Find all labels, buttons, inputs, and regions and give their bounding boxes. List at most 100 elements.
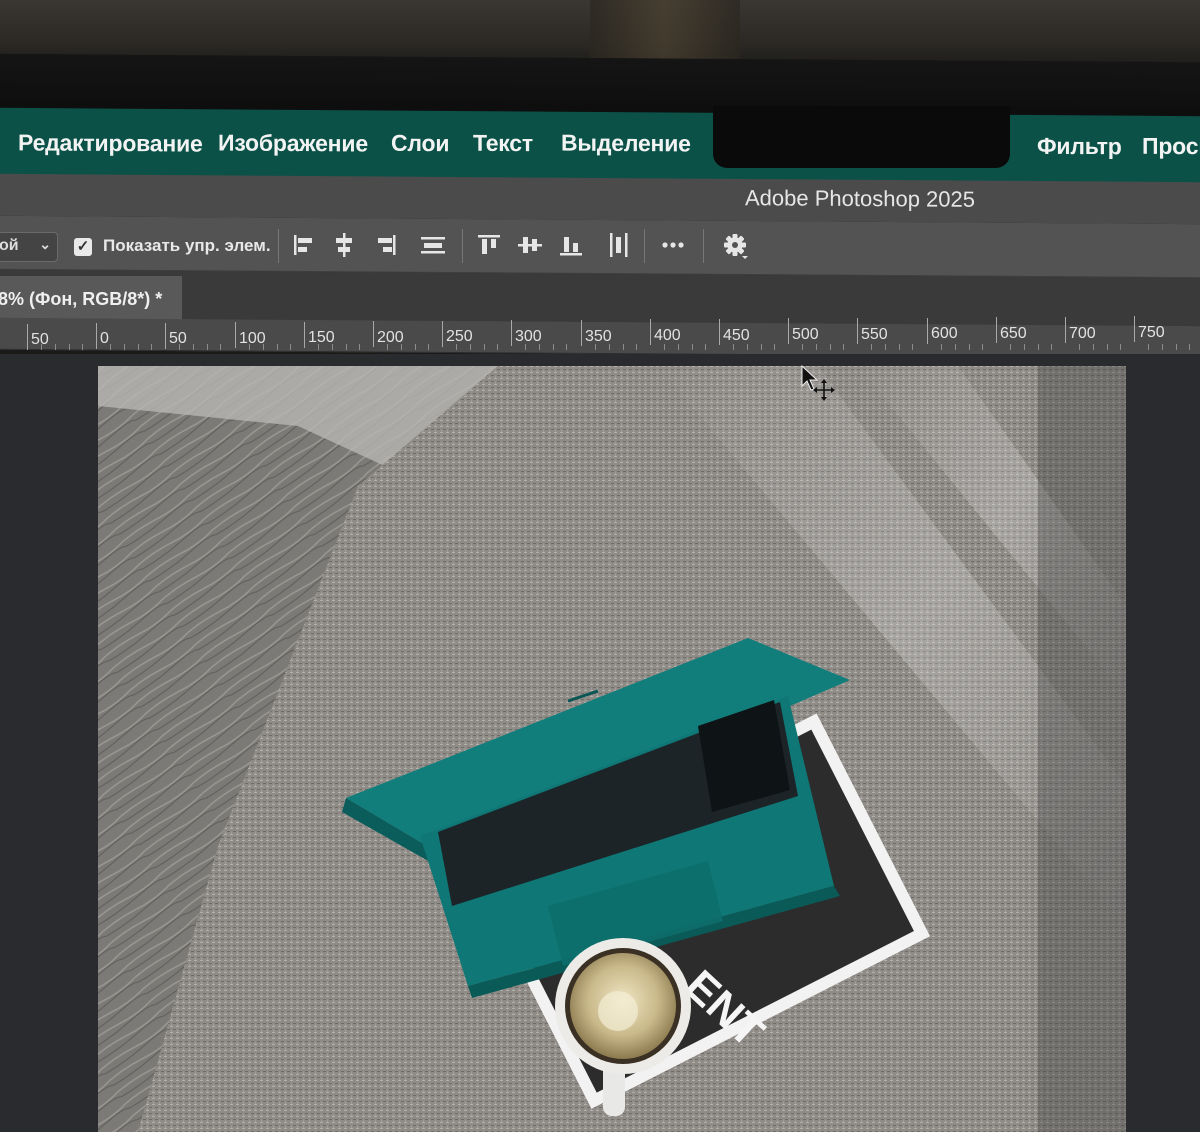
ruler-minor-tick <box>359 344 360 350</box>
menu-select[interactable]: Выделение <box>561 130 691 158</box>
ruler-minor-tick <box>566 344 567 350</box>
align-horizontal-centers-icon[interactable] <box>327 228 361 262</box>
ruler-minor-tick <box>941 344 942 350</box>
ruler-minor-tick <box>1024 344 1025 350</box>
menu-view[interactable]: Просм <box>1142 133 1200 161</box>
ruler-major-tick <box>235 322 236 348</box>
align-right-edges-icon[interactable] <box>368 228 402 262</box>
photo-of-screen: Редактирование Изображение Слои Текст Вы… <box>0 0 1200 1132</box>
toolbar-separator <box>644 229 645 263</box>
ruler-major-tick <box>27 324 28 350</box>
menu-type[interactable]: Текст <box>473 130 533 157</box>
ruler-minor-tick <box>525 344 526 350</box>
ruler-minor-tick <box>1189 344 1190 350</box>
more-options-icon[interactable] <box>656 228 690 262</box>
menu-filter[interactable]: Фильтр <box>1037 133 1122 161</box>
ruler-major-tick <box>719 319 720 345</box>
ruler-minor-tick <box>761 344 762 350</box>
ruler-minor-tick <box>41 344 42 350</box>
ruler-minor-tick <box>595 344 596 350</box>
ruler-minor-tick <box>179 344 180 350</box>
ruler-minor-tick <box>1051 344 1052 350</box>
document-tab-label: 8% (Фон, RGB/8*) * <box>0 289 163 309</box>
ruler-label: 50 <box>31 331 49 348</box>
ruler-minor-tick <box>1176 344 1177 350</box>
ruler-minor-tick <box>871 344 872 350</box>
align-vertical-centers-icon[interactable] <box>513 228 547 262</box>
ruler-label: 300 <box>515 328 542 345</box>
ruler-major-tick <box>650 319 651 345</box>
align-top-edges-icon[interactable] <box>472 228 506 262</box>
ruler-minor-tick <box>623 344 624 350</box>
ruler-major-tick <box>96 323 97 349</box>
move-cursor-icon <box>800 364 840 404</box>
ruler-minor-tick <box>885 344 886 350</box>
align-bottom-edges-icon[interactable] <box>554 228 588 262</box>
ruler-minor-tick <box>69 344 70 350</box>
menu-edit[interactable]: Редактирование <box>18 129 203 157</box>
align-left-edges-icon[interactable] <box>287 228 321 262</box>
ruler-minor-tick <box>207 344 208 350</box>
chevron-down-icon: ⌄ <box>39 236 51 252</box>
ruler-label: 0 <box>100 330 109 347</box>
ruler-label: 150 <box>308 329 335 346</box>
ruler-minor-tick <box>110 344 111 350</box>
ruler-minor-tick <box>151 344 152 350</box>
ruler-minor-tick <box>401 344 402 350</box>
auto-select-value: ой <box>0 237 19 254</box>
ruler-label: 400 <box>654 327 681 344</box>
ruler-minor-tick <box>249 344 250 350</box>
ruler-major-tick <box>373 321 374 347</box>
ruler-minor-tick <box>1093 344 1094 350</box>
ruler-minor-tick <box>912 344 913 350</box>
shadow-right <box>1038 366 1126 1132</box>
ruler-label: 500 <box>792 326 819 343</box>
ruler-minor-tick <box>733 344 734 350</box>
ruler-label: 100 <box>239 330 266 347</box>
lamp-shape <box>590 0 740 62</box>
ruler-minor-tick <box>332 344 333 350</box>
ruler-minor-tick <box>802 344 803 350</box>
auto-select-dropdown[interactable]: ой ⌄ <box>0 232 58 262</box>
ruler-label: 550 <box>861 326 888 343</box>
ruler-major-tick <box>165 323 166 349</box>
menu-image[interactable]: Изображение <box>218 129 368 157</box>
ruler-minor-tick <box>609 344 610 350</box>
ruler-minor-tick <box>193 344 194 350</box>
distribute-horizontal-icon[interactable] <box>602 228 636 262</box>
ruler-major-tick <box>996 317 997 343</box>
ruler-label: 750 <box>1138 324 1165 341</box>
ruler-label: 250 <box>446 328 473 345</box>
ruler-minor-tick <box>830 344 831 350</box>
ruler-minor-tick <box>1120 344 1121 350</box>
ruler-major-tick <box>857 318 858 344</box>
ruler-minor-tick <box>1079 344 1080 350</box>
ruler-label: 450 <box>723 327 750 344</box>
ruler-major-tick <box>511 320 512 346</box>
ruler-minor-tick <box>1148 344 1149 350</box>
ruler-minor-tick <box>456 344 457 350</box>
ruler-minor-tick <box>415 344 416 350</box>
ruler-minor-tick <box>664 344 665 350</box>
toolbar-separator <box>462 229 463 263</box>
show-transform-checkbox[interactable]: ✓ <box>74 238 92 256</box>
ruler-minor-tick <box>428 344 429 350</box>
ruler-minor-tick <box>774 344 775 350</box>
ruler-minor-tick <box>290 344 291 350</box>
ruler-minor-tick <box>1010 344 1011 350</box>
ruler-label: 50 <box>169 330 187 347</box>
distribute-vertical-icon[interactable] <box>416 228 450 262</box>
menu-layers[interactable]: Слои <box>391 130 449 157</box>
document-canvas[interactable]: ENT <box>98 366 1126 1132</box>
ruler-minor-tick <box>636 344 637 350</box>
ruler-minor-tick <box>899 344 900 350</box>
ruler-minor-tick <box>484 344 485 350</box>
toolbar-separator <box>703 229 704 263</box>
settings-gear-icon[interactable] <box>718 228 752 262</box>
ruler-minor-tick <box>955 344 956 350</box>
ruler-minor-tick <box>346 344 347 350</box>
ruler-minor-tick <box>277 344 278 350</box>
toolbar-separator <box>278 229 279 263</box>
ruler-minor-tick <box>705 344 706 350</box>
ruler-minor-tick <box>220 344 221 350</box>
